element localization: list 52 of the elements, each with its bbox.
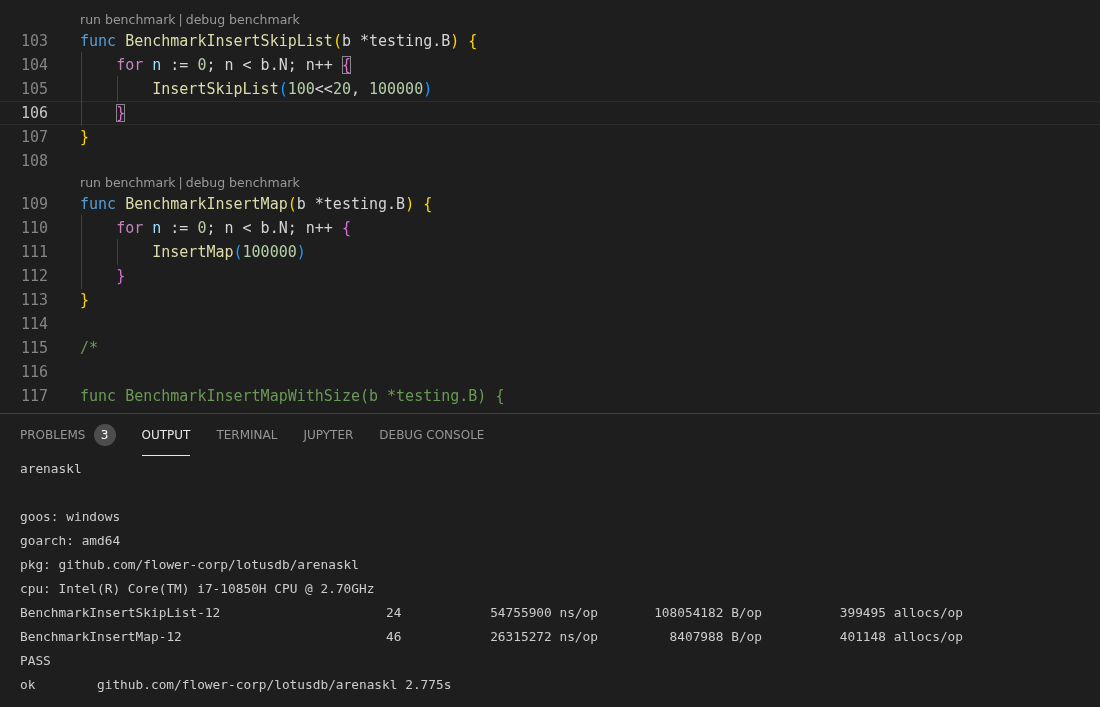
code-line: func BenchmarkInsertMap(b *testing.B) { (80, 195, 433, 213)
output-text: pkg: github.com/flower-corp/lotusdb/arenaskl (20, 556, 359, 572)
benchmark-cell-text: 46 (386, 628, 403, 644)
benchmark-cell-text: 26315272 ns/op (489, 628, 598, 644)
code-line: /* (80, 339, 99, 357)
benchmark-cell-text: 401148 allocs/op (838, 628, 963, 644)
line-number: 117 (19, 387, 48, 405)
lens-separator: | (178, 175, 183, 190)
benchmark-cell-text: BenchmarkInsertSkipList-12 (20, 604, 222, 620)
line-number: 112 (19, 267, 48, 285)
panel-tab[interactable]: TERMINAL (216, 414, 278, 456)
line-number: 103 (19, 32, 48, 50)
panel-tab[interactable]: OUTPUT (141, 414, 191, 456)
line-number: 108 (19, 152, 48, 170)
output-text: goos: windows (20, 508, 121, 524)
line-number: 105 (19, 80, 48, 98)
run-benchmark-link[interactable]: run benchmark (80, 175, 176, 190)
code-line: func BenchmarkInsertSkipList(b *testing.B) { (80, 32, 478, 50)
result-cell-text: ok (20, 676, 37, 692)
benchmark-cell-text: 108054182 B/op (653, 604, 762, 620)
benchmark-cell-text: BenchmarkInsertMap-12 (20, 628, 183, 644)
line-number: 111 (19, 243, 48, 261)
output-text: cpu: Intel(R) Core(TM) i7-10850H CPU @ 2.70GHz (20, 580, 375, 596)
benchmark-cell-text: 8407988 B/op (668, 628, 762, 644)
code-line: } (80, 128, 90, 146)
problem-count-badge: 3 (93, 424, 116, 446)
line-number: 110 (19, 219, 48, 237)
panel-tab[interactable]: JUPYTER (303, 414, 354, 456)
tab-label: PROBLEMS (20, 428, 86, 442)
result-cell-text: github.com/flower-corp/lotusdb/arenaskl 2.775s (97, 676, 453, 692)
output-text: goarch: amd64 (20, 532, 121, 548)
output-text: PASS (20, 652, 51, 668)
line-number: 113 (19, 291, 48, 309)
debug-benchmark-link[interactable]: debug benchmark (185, 175, 300, 190)
panel-tab[interactable]: DEBUG CONSOLE (379, 414, 485, 456)
line-number: 109 (19, 195, 48, 213)
run-benchmark-link[interactable]: run benchmark (80, 12, 176, 27)
debug-benchmark-link[interactable]: debug benchmark (185, 12, 300, 27)
line-number: 107 (19, 128, 48, 146)
line-number: 106 (19, 104, 48, 122)
line-number: 104 (19, 56, 48, 74)
line-number: 114 (19, 315, 48, 333)
code-line: func BenchmarkInsertMapWithSize(b *testing.B) { (80, 387, 505, 405)
benchmark-cell-text: 399495 allocs/op (838, 604, 963, 620)
line-number: 116 (19, 363, 48, 381)
panel-tab[interactable]: PROBLEMS 3 (20, 414, 116, 456)
line-number: 115 (19, 339, 48, 357)
benchmark-cell-text: 24 (386, 604, 403, 620)
output-text: arenaskl (20, 460, 82, 476)
lens-separator: | (178, 12, 183, 27)
benchmark-cell-text: 54755900 ns/op (489, 604, 598, 620)
code-line: } (80, 291, 90, 309)
